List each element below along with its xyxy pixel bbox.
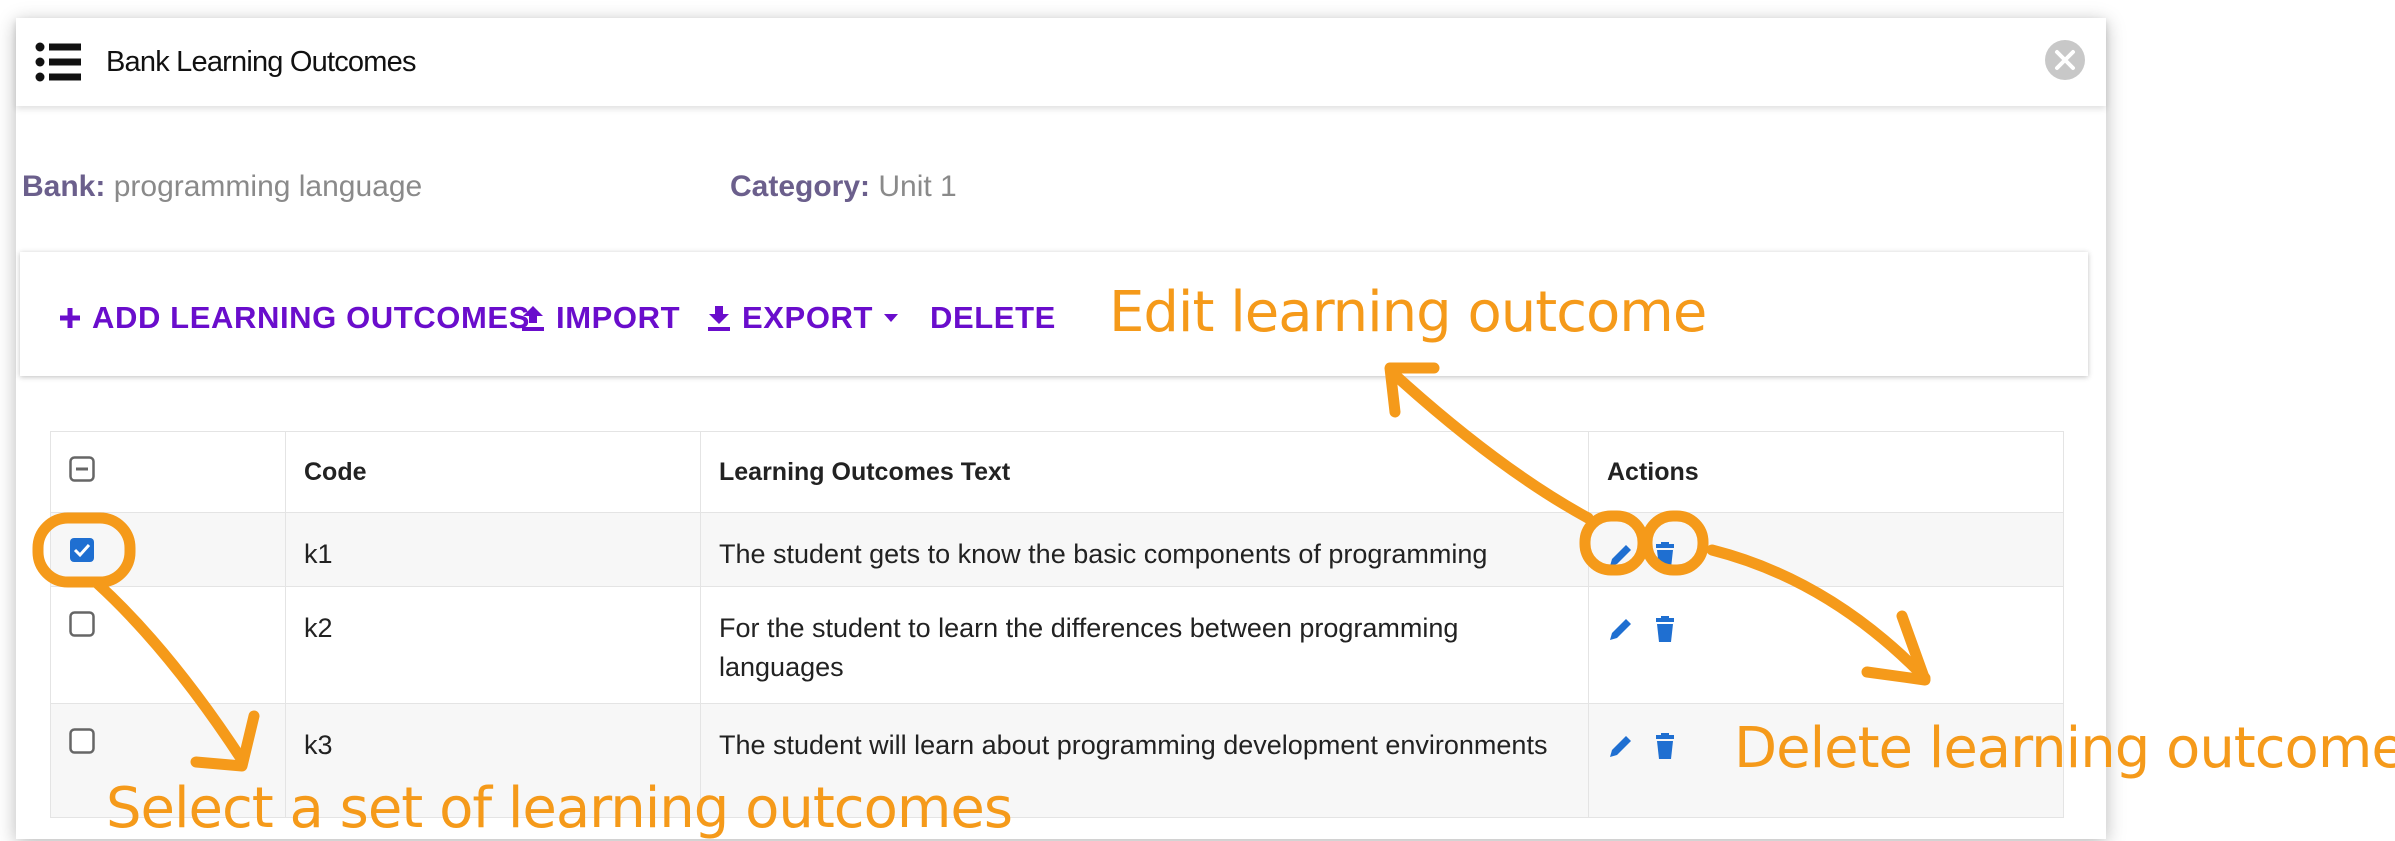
list-menu-icon[interactable] [35,42,81,82]
table-row: k2 For the student to learn the differen… [50,586,2064,704]
text-cell: For the student to learn the differences… [700,586,1589,704]
download-icon [708,306,730,331]
toolbar: ADD LEARNING OUTCOMES IMPORT EXPORT DELE… [20,252,2088,376]
add-button-label: ADD LEARNING OUTCOMES [92,300,530,335]
trash-icon[interactable] [1651,615,1679,643]
bank-info: Bank: programming language [22,170,422,204]
text-cell: The student gets to know the basic compo… [700,512,1589,587]
pencil-icon[interactable] [1607,615,1635,643]
row-checkbox-checked[interactable] [69,537,95,563]
category-value: Unit 1 [878,170,957,203]
actions-cell [1588,586,2064,704]
export-button[interactable]: EXPORT [706,300,899,336]
add-learning-outcomes-button[interactable]: ADD LEARNING OUTCOMES [58,300,530,336]
trash-icon[interactable] [1651,541,1679,569]
row-checkbox[interactable] [69,611,95,637]
table-header-row: Code Learning Outcomes Text Actions [50,431,2064,513]
table-row: k1 The student gets to know the basic co… [50,512,2064,587]
import-button-label: IMPORT [556,300,681,335]
pencil-icon[interactable] [1607,541,1635,569]
export-button-label: EXPORT [742,300,874,335]
import-button[interactable]: IMPORT [520,300,680,336]
trash-icon[interactable] [1651,732,1679,760]
code-column-header[interactable]: Code [285,431,701,513]
caret-down-icon [884,314,899,322]
select-all-header [50,431,286,513]
close-icon[interactable] [2044,39,2086,81]
row-select-cell [50,586,286,704]
category-label: Category: [730,170,871,203]
bank-label: Bank: [22,170,106,203]
delete-annotation: Delete learning outcomes [1734,716,2395,781]
plus-icon [60,308,80,328]
actions-cell [1588,512,2064,587]
code-cell: k1 [285,512,701,587]
upload-icon [522,306,544,331]
row-checkbox[interactable] [69,728,95,754]
select-annotation: Select a set of learning outcomes [106,776,1013,841]
text-column-header[interactable]: Learning Outcomes Text [700,431,1589,513]
delete-button[interactable]: DELETE [930,300,1056,336]
title-bar: Bank Learning Outcomes [16,18,2106,106]
pencil-icon[interactable] [1607,732,1635,760]
row-select-cell [50,512,286,587]
bank-value: programming language [113,170,423,203]
edit-annotation: Edit learning outcome [1109,280,1707,345]
code-cell: k2 [285,586,701,704]
select-all-checkbox[interactable] [69,455,95,482]
window-title: Bank Learning Outcomes [106,46,416,78]
delete-button-label: DELETE [930,300,1056,335]
actions-column-header: Actions [1588,431,2064,513]
category-info: Category: Unit 1 [730,170,957,204]
